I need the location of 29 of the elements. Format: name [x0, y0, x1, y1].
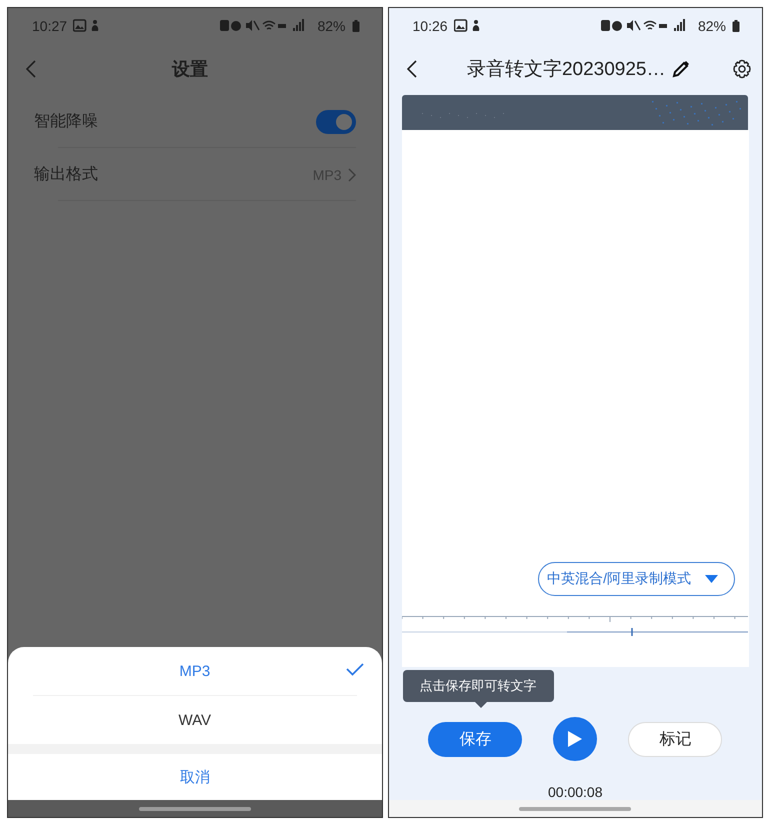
tooltip-pointer [474, 702, 486, 708]
format-option[interactable]: WAV [8, 696, 382, 744]
status-time: 10:27 [32, 18, 68, 34]
caret-down-icon [705, 575, 718, 583]
chevron-right-icon [348, 168, 356, 182]
settings-icon[interactable] [732, 59, 752, 79]
mode-dropdown[interactable]: 中英混合/阿里录制模式 [538, 562, 735, 596]
elapsed-time: 00:00:08 [548, 784, 602, 800]
back-chevron-icon [406, 60, 416, 78]
status-time: 10:26 [412, 18, 448, 34]
toggle-switch[interactable] [316, 110, 356, 134]
pencil-icon[interactable] [672, 60, 690, 78]
screen-title: 设置 [170, 58, 209, 81]
battery-level: 82% [317, 18, 346, 34]
setting-label: 输出格式 [34, 164, 99, 185]
back-chevron-icon [26, 60, 36, 78]
setting-label: 智能降噪 [34, 112, 99, 132]
mark-button[interactable]: 标记 [628, 722, 722, 756]
hint-tooltip: 点击保存即可转文字 [402, 670, 554, 702]
home-indicator[interactable] [138, 806, 251, 810]
play-icon [567, 730, 584, 748]
recording-title: 录音转文字20230925… [466, 58, 666, 82]
battery-icon [352, 20, 360, 32]
play-button[interactable] [553, 717, 598, 761]
check-icon [346, 663, 364, 676]
battery-level: 82% [698, 18, 726, 34]
battery-icon [732, 20, 740, 32]
format-option[interactable]: MP3 [8, 647, 382, 695]
save-button[interactable]: 保存 [428, 722, 522, 756]
